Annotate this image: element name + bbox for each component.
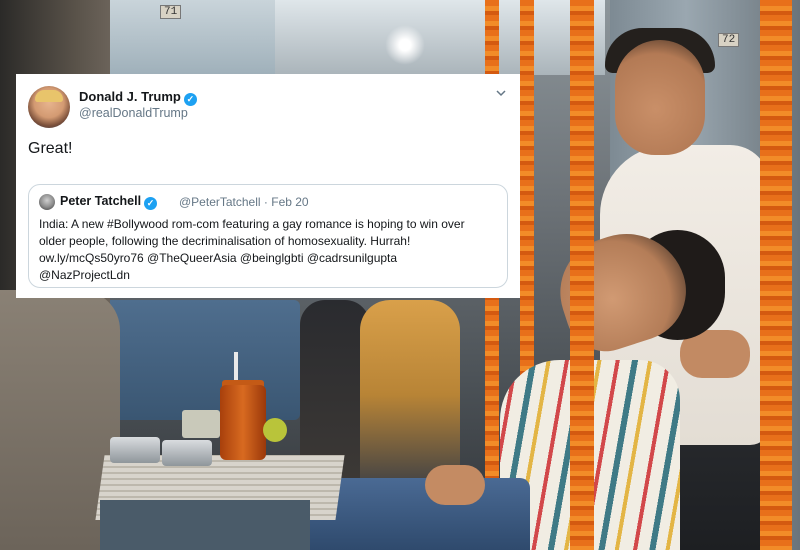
chevron-down-icon[interactable] — [494, 87, 508, 101]
quoted-text-line: India: A new #Bollywood rom-com featurin… — [39, 217, 465, 231]
ceiling-light — [385, 25, 425, 65]
quoted-author-avatar — [39, 194, 55, 210]
passenger — [360, 300, 460, 490]
quoted-text-line: older people, following the decriminalis… — [39, 234, 411, 248]
quoted-author-meta: @PeterTatchell · Feb 20 — [179, 195, 309, 209]
quoted-date: Feb 20 — [271, 195, 309, 209]
lime — [263, 418, 287, 442]
train-berth — [105, 300, 300, 420]
quoted-author-handle: @PeterTatchell — [179, 195, 261, 209]
tweet-card[interactable]: Donald J. Trump ✓ @realDonaldTrump Great!… — [16, 74, 520, 298]
tiffin-box — [162, 440, 212, 466]
meta-separator: · — [263, 195, 268, 209]
marigold-garland — [760, 0, 792, 550]
verified-badge-icon: ✓ — [183, 93, 197, 106]
quoted-text-line: @NazProjectLdn — [39, 268, 130, 282]
author-handle[interactable]: @realDonaldTrump — [79, 106, 188, 120]
avatar-hair — [35, 90, 63, 102]
author-avatar[interactable] — [28, 86, 70, 128]
author-display-name[interactable]: Donald J. Trump ✓ — [79, 89, 197, 106]
quoted-author-name-text: Peter Tatchell — [60, 194, 142, 208]
quoted-author-name: Peter Tatchell ✓ — [60, 194, 158, 210]
marigold-garland — [570, 0, 594, 550]
tweet-text: Great! — [28, 140, 73, 157]
verified-badge-icon: ✓ — [144, 197, 158, 210]
chevron-svg — [496, 90, 506, 97]
smiling-man-face — [615, 40, 705, 155]
author-name-text: Donald J. Trump — [79, 89, 181, 104]
train-window — [100, 0, 281, 75]
quoted-text-line: ow.ly/mcQs50yro76 @TheQueerAsia @beinglg… — [39, 251, 398, 265]
cup — [182, 410, 220, 438]
seat-number-left: 71 — [160, 5, 182, 19]
quoted-tweet[interactable]: Peter Tatchell ✓ @PeterTatchell · Feb 20 … — [28, 184, 508, 288]
seat-number-right: 72 — [718, 33, 740, 47]
table-tray — [100, 500, 310, 550]
quoted-tweet-text: India: A new #Bollywood rom-com featurin… — [39, 216, 501, 284]
hand — [425, 465, 485, 505]
tiffin-box — [110, 437, 160, 463]
train-ceiling — [275, 0, 605, 75]
pickle-jar — [220, 385, 266, 460]
